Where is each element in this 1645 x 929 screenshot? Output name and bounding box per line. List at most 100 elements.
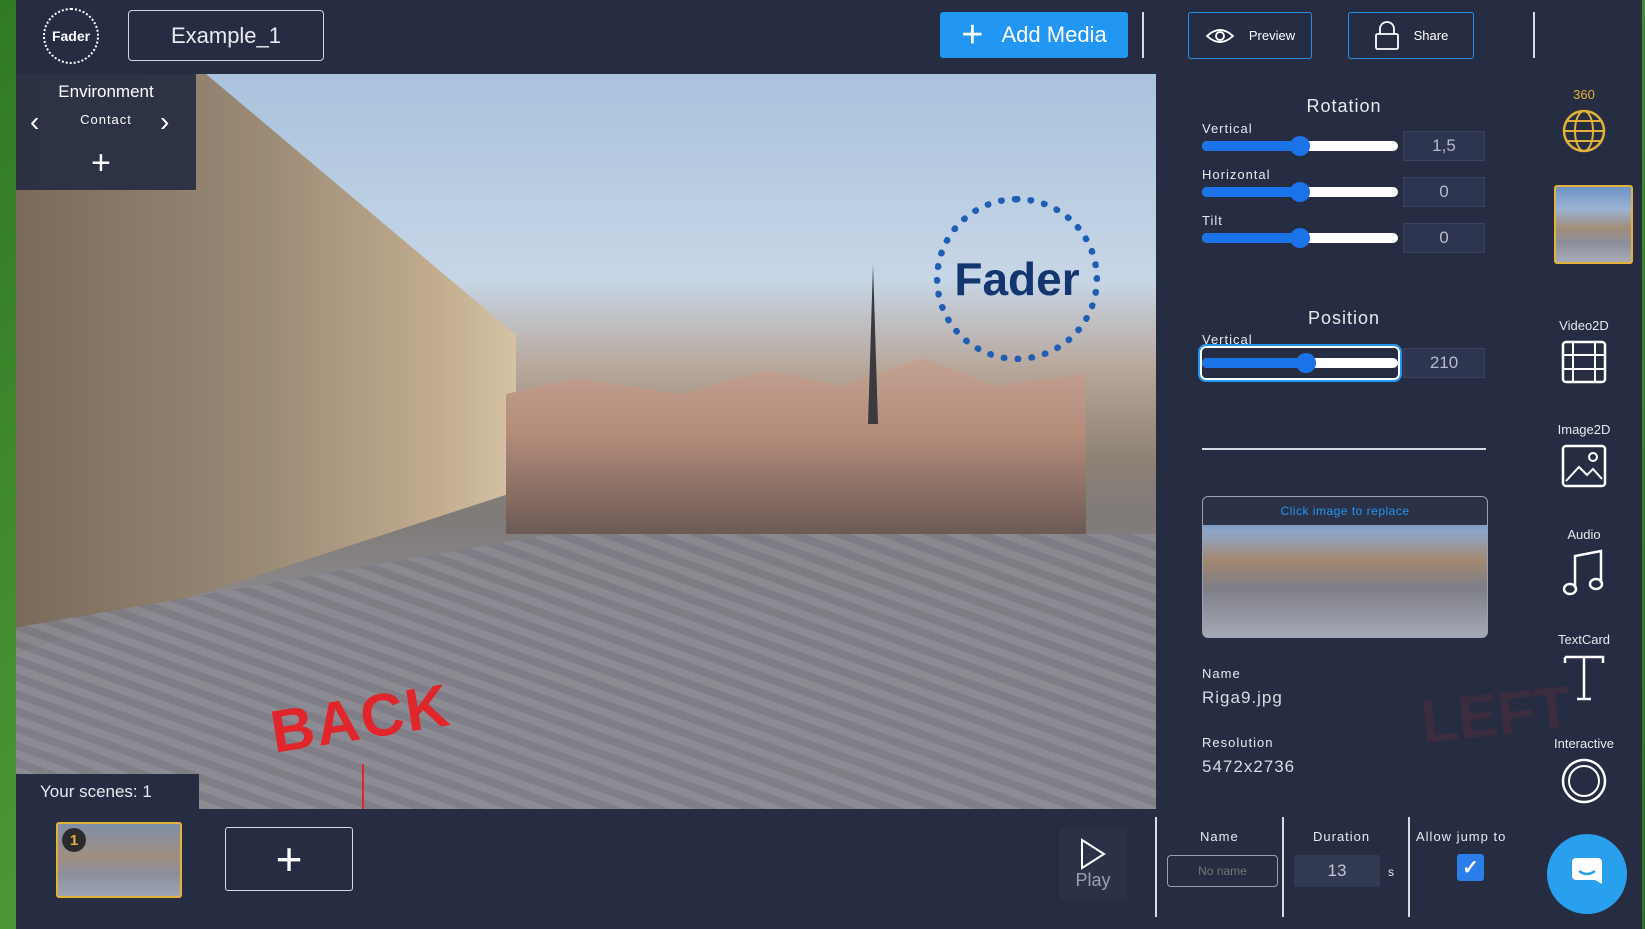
rotation-tilt-slider[interactable] (1202, 228, 1398, 248)
watermark-text: Fader (954, 253, 1080, 305)
rotation-tilt-value[interactable]: 0 (1403, 223, 1485, 253)
play-label: Play (1075, 869, 1111, 890)
selected-360-thumbnail[interactable] (1554, 185, 1633, 264)
scene-number-badge: 1 (62, 828, 86, 852)
media-resolution-value: 5472x2736 (1202, 757, 1296, 776)
chat-button[interactable] (1547, 834, 1627, 914)
checkmark-icon: ✓ (1462, 857, 1479, 879)
rotation-vertical-value[interactable]: 1,5 (1403, 131, 1485, 161)
slider-fill (1202, 358, 1306, 368)
tool-image2d[interactable]: Image2D (1526, 422, 1642, 489)
replace-image-hint[interactable]: Click image to replace (1203, 497, 1487, 525)
play-icon (1081, 837, 1106, 870)
slider-knob[interactable] (1290, 228, 1310, 248)
text-icon (1563, 655, 1605, 701)
toolbar-divider (1533, 12, 1535, 58)
rotation-title: Rotation (1306, 96, 1382, 116)
environment-panel: Environment ‹ Contact › + (16, 74, 196, 190)
tool-label: Interactive (1554, 736, 1614, 751)
share-label: Share (1413, 28, 1449, 43)
slider-knob[interactable] (1290, 182, 1310, 202)
duration-label: Duration (1313, 829, 1371, 844)
tool-label: 360 (1573, 87, 1595, 102)
globe-icon (1562, 109, 1606, 153)
fader-editor: Fader Example_1 + Add Media Preview Shar… (16, 0, 1642, 929)
duration-input[interactable]: 13 (1294, 855, 1380, 887)
slider-fill (1202, 141, 1300, 151)
add-environment-button[interactable]: + (91, 144, 111, 183)
bottom-divider (1282, 817, 1284, 917)
rotation-tilt-label: Tilt (1202, 213, 1223, 228)
scene-name-label: Name (1200, 829, 1239, 844)
project-name-field[interactable]: Example_1 (128, 10, 324, 61)
duration-value: 13 (1327, 861, 1347, 880)
film-icon (1561, 340, 1607, 384)
add-media-button[interactable]: + Add Media (940, 12, 1128, 58)
tool-label: Image2D (1557, 422, 1611, 437)
value-text: 0 (1439, 228, 1449, 247)
slider-knob[interactable] (1295, 353, 1316, 373)
value-text: 1,5 (1432, 136, 1456, 155)
chevron-right-icon[interactable]: › (160, 106, 169, 138)
scene-thumbnail[interactable]: 1 (56, 822, 182, 898)
slider-fill (1202, 233, 1300, 243)
slider-fill (1202, 187, 1300, 197)
media-name-label: Name (1202, 666, 1241, 681)
share-button[interactable]: Share (1348, 12, 1474, 59)
plus-icon: + (961, 14, 984, 56)
bottom-bar: 1 + Play Name Duration 13 s Allow jump t… (16, 809, 1642, 929)
tool-video2d[interactable]: Video2D (1526, 318, 1642, 385)
circle-icon (1561, 758, 1607, 804)
slider-knob[interactable] (1290, 136, 1310, 156)
hotspot-anchor-line (362, 764, 364, 809)
tool-audio[interactable]: Audio (1526, 527, 1642, 598)
image-icon (1561, 444, 1607, 488)
rotation-horizontal-slider[interactable] (1202, 182, 1398, 202)
fader-logo[interactable]: Fader (43, 8, 99, 64)
fader-watermark: Fader (934, 196, 1100, 362)
preview-button[interactable]: Preview (1188, 12, 1312, 59)
bottom-divider (1155, 817, 1157, 917)
scene-name-input[interactable] (1167, 855, 1278, 887)
top-bar: Fader Example_1 + Add Media Preview Shar… (16, 0, 1642, 74)
tool-360[interactable]: 360 (1526, 87, 1642, 154)
project-name-text: Example_1 (170, 22, 282, 48)
music-note-icon (1562, 549, 1604, 596)
scenes-count-label: Your scenes: 1 (16, 774, 199, 809)
tool-label: Video2D (1559, 318, 1609, 333)
plus-icon: + (275, 833, 303, 885)
value-text: 0 (1439, 182, 1449, 201)
preview-label: Preview (1248, 28, 1296, 43)
add-scene-button[interactable]: + (225, 827, 353, 891)
logo-text: Fader (51, 28, 91, 44)
value-text: 210 (1429, 353, 1459, 372)
toolbar-divider (1142, 12, 1144, 58)
allow-jump-checkbox[interactable]: ✓ (1457, 854, 1484, 881)
play-button[interactable]: Play (1059, 829, 1127, 899)
duration-unit: s (1388, 865, 1395, 879)
position-title: Position (1307, 308, 1381, 328)
tool-label: TextCard (1557, 632, 1611, 647)
position-vertical-value[interactable]: 210 (1403, 348, 1485, 378)
media-name-value: Riga9.jpg (1202, 688, 1283, 707)
environment-title: Environment (58, 82, 154, 101)
buildings-background (506, 358, 1086, 534)
lock-icon (1374, 20, 1399, 50)
tool-textcard[interactable]: TextCard (1526, 632, 1642, 703)
bottom-divider (1408, 817, 1410, 917)
tool-label: Audio (1567, 527, 1601, 542)
scenes-count-text: Your scenes: 1 (40, 781, 152, 801)
church-spire (868, 264, 878, 424)
media-resolution-label: Resolution (1202, 735, 1274, 750)
position-vertical-slider[interactable] (1202, 353, 1398, 373)
rotation-horizontal-label: Horizontal (1202, 167, 1271, 182)
chat-icon (1572, 858, 1602, 884)
tool-interactive[interactable]: Interactive (1526, 736, 1642, 805)
rotation-vertical-slider[interactable] (1202, 136, 1398, 156)
rotation-horizontal-value[interactable]: 0 (1403, 177, 1485, 207)
add-media-label: Add Media (1001, 22, 1107, 47)
eye-icon (1205, 28, 1235, 43)
media-thumbnail[interactable]: Click image to replace (1202, 496, 1488, 638)
allow-jump-label: Allow jump to (1416, 829, 1507, 844)
rotation-vertical-label: Vertical (1202, 121, 1253, 136)
